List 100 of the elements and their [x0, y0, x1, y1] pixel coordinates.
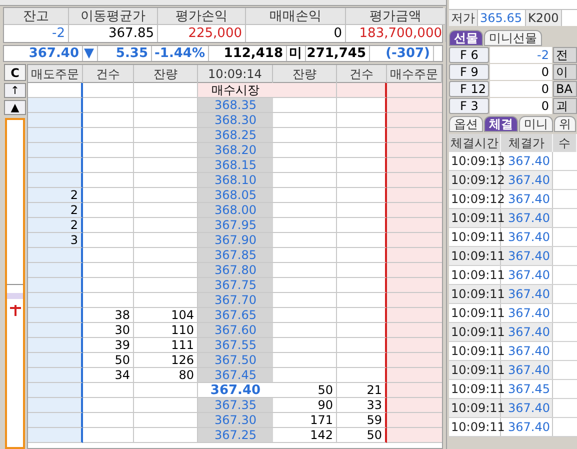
ask-count-cell: 50	[83, 353, 134, 368]
table-cell	[273, 98, 337, 113]
account-value: 0	[246, 25, 346, 42]
cross-icon	[10, 305, 20, 316]
buy-order-cell[interactable]	[387, 143, 442, 158]
futures-month-button[interactable]: F 6	[449, 47, 489, 63]
sell-order-cell[interactable]	[28, 113, 83, 128]
ask-count-cell: 39	[83, 338, 134, 353]
price-cell: 368.15	[198, 158, 273, 173]
buy-order-cell[interactable]	[387, 308, 442, 323]
summary-label: 저가	[449, 10, 478, 26]
sell-order-cell[interactable]	[28, 98, 83, 113]
price-cell: 367.45	[198, 368, 273, 383]
sell-order-cell[interactable]: 2	[28, 218, 83, 233]
table-cell	[83, 233, 134, 248]
futures-month-button[interactable]: F 3	[449, 98, 489, 114]
action-button[interactable]: 전	[553, 47, 577, 63]
price-cell: 367.40	[198, 383, 273, 398]
futures-month-button[interactable]: F 9	[449, 64, 489, 80]
sell-order-cell[interactable]	[28, 128, 83, 143]
buy-order-cell[interactable]	[387, 158, 442, 173]
market-buy-button[interactable]: 매수시장	[198, 83, 273, 98]
buy-order-cell[interactable]	[387, 218, 442, 233]
buy-order-cell[interactable]	[387, 413, 442, 428]
position-value: 0	[490, 81, 552, 97]
price-cell: 367.75	[198, 278, 273, 293]
bid-quantity-cell: 50	[273, 383, 337, 398]
buy-order-cell[interactable]	[387, 368, 442, 383]
buy-order-cell[interactable]	[387, 338, 442, 353]
action-button[interactable]: 이	[553, 64, 577, 80]
sell-order-cell[interactable]	[28, 353, 83, 368]
table-cell	[273, 308, 337, 323]
buy-order-cell[interactable]	[387, 173, 442, 188]
action-button[interactable]: 괴	[553, 98, 577, 114]
table-cell	[273, 83, 337, 98]
sell-order-cell[interactable]: 2	[28, 188, 83, 203]
buy-order-cell[interactable]	[387, 248, 442, 263]
clear-button[interactable]: C	[4, 64, 26, 81]
price-cell: 368.20	[198, 143, 273, 158]
price-cell: 367.60	[198, 323, 273, 338]
buy-order-cell[interactable]	[387, 383, 442, 398]
buy-order-cell[interactable]	[387, 128, 442, 143]
table-cell	[273, 233, 337, 248]
table-cell	[273, 323, 337, 338]
tab[interactable]: 위	[554, 116, 576, 132]
sell-order-cell[interactable]	[28, 278, 83, 293]
sell-order-cell[interactable]	[28, 413, 83, 428]
side-button[interactable]: ▲	[4, 100, 26, 115]
buy-order-cell[interactable]	[387, 398, 442, 413]
sell-order-cell[interactable]	[28, 158, 83, 173]
tab[interactable]: 선물	[449, 30, 483, 46]
buy-order-cell[interactable]	[387, 98, 442, 113]
sell-order-cell[interactable]	[28, 173, 83, 188]
buy-order-cell[interactable]	[387, 188, 442, 203]
sell-order-cell[interactable]: 3	[28, 233, 83, 248]
sell-order-cell[interactable]	[28, 338, 83, 353]
sell-order-cell[interactable]	[28, 263, 83, 278]
buy-order-cell[interactable]	[387, 263, 442, 278]
column-header: 건수	[83, 65, 134, 83]
table-cell	[273, 173, 337, 188]
tab[interactable]: 미니	[519, 116, 553, 132]
table-cell	[83, 128, 134, 143]
account-value: 367.85	[69, 25, 158, 42]
table-cell	[273, 188, 337, 203]
tab[interactable]: 체결	[484, 116, 518, 132]
price-cell: 367.55	[198, 338, 273, 353]
bid-quantity-cell: 171	[273, 413, 337, 428]
table-cell	[273, 218, 337, 233]
sell-order-cell[interactable]	[28, 248, 83, 263]
sell-order-cell[interactable]	[28, 368, 83, 383]
account-value: 183,700,000	[346, 25, 446, 42]
buy-order-cell[interactable]	[387, 353, 442, 368]
account-value: -2	[4, 25, 69, 42]
tab[interactable]: 옵션	[449, 116, 483, 132]
side-button[interactable]: ↑	[4, 83, 26, 98]
futures-month-button[interactable]: F 12	[449, 81, 489, 97]
tab[interactable]: 미니선물	[484, 30, 542, 46]
buy-order-cell[interactable]	[387, 203, 442, 218]
position-value: -2	[490, 47, 552, 63]
sell-order-cell[interactable]	[28, 143, 83, 158]
buy-order-cell[interactable]	[387, 278, 442, 293]
column-header: 잔량	[134, 65, 198, 83]
table-cell	[83, 143, 134, 158]
price-cell: 367.80	[198, 263, 273, 278]
action-button[interactable]: BA	[553, 81, 577, 97]
sell-order-cell[interactable]	[28, 308, 83, 323]
sell-order-cell[interactable]	[28, 323, 83, 338]
sell-order-cell[interactable]	[28, 293, 83, 308]
buy-order-cell[interactable]	[387, 293, 442, 308]
buy-order-cell[interactable]	[387, 323, 442, 338]
buy-order-cell[interactable]	[387, 428, 442, 443]
price-cell: 368.00	[198, 203, 273, 218]
buy-order-cell[interactable]	[387, 113, 442, 128]
sell-order-cell[interactable]	[28, 398, 83, 413]
sell-order-cell[interactable]: 2	[28, 203, 83, 218]
buy-order-cell[interactable]	[387, 233, 442, 248]
sell-order-cell[interactable]	[28, 428, 83, 443]
sell-order-cell[interactable]	[28, 383, 83, 398]
table-cell	[273, 203, 337, 218]
table-cell	[273, 368, 337, 383]
